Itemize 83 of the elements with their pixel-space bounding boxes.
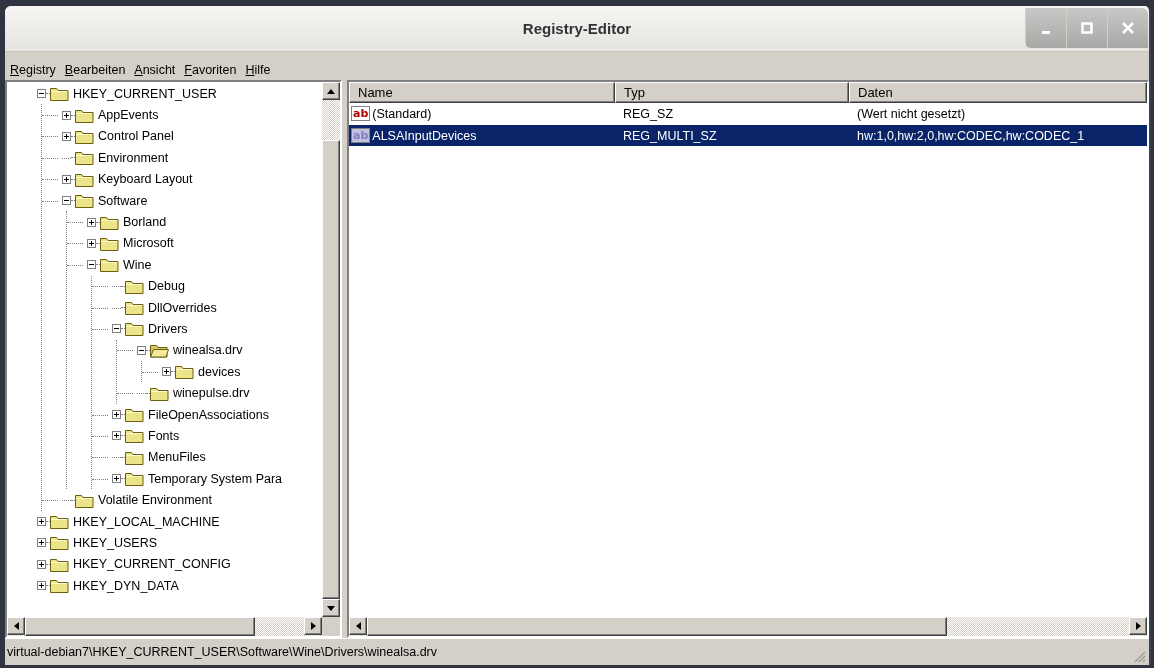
up-arrow-icon (327, 88, 335, 94)
right-arrow-icon (1135, 622, 1141, 630)
scroll-left-button[interactable] (349, 617, 367, 635)
tree-item[interactable]: Volatile Environment (96, 492, 214, 509)
tree-item[interactable]: FileOpenAssociations (146, 406, 271, 423)
horizontal-scrollbar[interactable] (7, 617, 322, 636)
expand-button[interactable] (87, 238, 96, 248)
expand-button[interactable] (62, 110, 71, 120)
expand-button[interactable] (37, 581, 46, 591)
tree-item[interactable]: winealsa.drv (171, 342, 245, 359)
collapse-button[interactable] (37, 89, 46, 99)
value-type: REG_SZ (622, 106, 674, 121)
scroll-right-button[interactable] (304, 617, 322, 635)
menu-item[interactable]: Ansicht (134, 63, 176, 77)
tree-item[interactable]: MenuFiles (146, 449, 208, 466)
tree-item[interactable]: Environment (96, 149, 171, 166)
close-icon (1122, 22, 1134, 34)
tree-item[interactable]: HKEY_LOCAL_MACHINE (71, 513, 222, 530)
tree-item[interactable]: AppEvents (96, 107, 161, 124)
string-value-icon: ab (351, 106, 371, 121)
tree-item[interactable]: HKEY_CURRENT_CONFIG (71, 556, 233, 573)
scroll-left-button[interactable] (7, 617, 25, 635)
tree-item[interactable]: Drivers (146, 321, 190, 337)
tree-item[interactable]: Wine (121, 256, 154, 273)
value-data: (Wert nicht gesetzt) (856, 106, 967, 121)
left-arrow-icon (13, 622, 19, 630)
tree-item[interactable]: HKEY_USERS (71, 534, 160, 551)
menu-item[interactable]: Registry (10, 63, 56, 77)
expand-button[interactable] (112, 474, 121, 484)
expand-button[interactable] (62, 174, 71, 184)
expand-button[interactable] (37, 517, 46, 526)
list-row[interactable]: ab (Standard) REG_SZ (Wert nicht gesetzt) (349, 103, 1147, 124)
expand-button[interactable] (37, 538, 46, 548)
status-text: virtual-debian7\HKEY_CURRENT_USER\Software\Wine\Drivers\winealsa.drv (7, 645, 437, 659)
tree-item[interactable]: Control Panel (96, 128, 176, 145)
tree-item[interactable]: devices (196, 363, 243, 380)
horizontal-scrollbar[interactable] (349, 617, 1147, 636)
value-name: ALSAInputDevices (372, 128, 477, 143)
minimize-icon (1042, 30, 1050, 34)
tree-item[interactable]: DllOverrides (146, 299, 219, 316)
column-header[interactable]: Typ (615, 82, 849, 103)
scroll-down-button[interactable] (322, 599, 340, 617)
scroll-up-button[interactable] (322, 82, 340, 100)
tree-item[interactable]: Borland (121, 214, 169, 231)
menu-item[interactable]: Hilfe (245, 63, 271, 77)
expand-button[interactable] (37, 559, 46, 569)
column-header[interactable]: Daten (849, 82, 1147, 103)
maximize-icon (1081, 22, 1093, 34)
string-value-icon: ab (351, 128, 371, 143)
expand-button[interactable] (112, 410, 121, 420)
expand-button[interactable] (162, 367, 171, 377)
tree-item[interactable]: Debug (146, 278, 187, 295)
menu-item[interactable]: Bearbeiten (64, 63, 126, 77)
scroll-right-button[interactable] (1129, 617, 1147, 635)
down-arrow-icon (327, 605, 335, 611)
menu-item[interactable]: Favoriten (184, 63, 237, 77)
column-header[interactable]: Name (349, 82, 615, 103)
window-title: Registry-Editor (522, 20, 632, 37)
collapse-button[interactable] (62, 196, 71, 206)
collapse-button[interactable] (112, 324, 121, 334)
list-row[interactable]: ab ALSAInputDevices REG_MULTI_SZ hw:1,0,hw:2,0,hw:CODEC,hw:CODEC_1 (349, 125, 1147, 146)
collapse-button[interactable] (137, 345, 146, 355)
tree-item[interactable]: winepulse.drv (171, 385, 252, 402)
value-name: (Standard) (372, 106, 432, 121)
expand-button[interactable] (112, 431, 121, 441)
tree-item[interactable]: HKEY_DYN_DATA (71, 577, 181, 594)
tree-item[interactable]: Keyboard Layout (96, 171, 195, 188)
resize-grip-icon[interactable] (1134, 651, 1146, 663)
value-type: REG_MULTI_SZ (622, 128, 718, 143)
tree-item[interactable]: HKEY_CURRENT_USER (71, 85, 219, 102)
tree-item[interactable]: Fonts (146, 427, 182, 444)
expand-button[interactable] (87, 217, 96, 227)
expand-button[interactable] (62, 131, 71, 141)
scrollbar-thumb[interactable] (367, 617, 947, 636)
tree-item[interactable]: Temporary System Para (146, 470, 285, 487)
scrollbar-corner (322, 617, 340, 636)
collapse-button[interactable] (87, 260, 96, 270)
tree-item[interactable]: Software (96, 192, 150, 209)
value-data: hw:1,0,hw:2,0,hw:CODEC,hw:CODEC_1 (856, 128, 1086, 143)
tree-item[interactable]: Microsoft (121, 235, 176, 252)
scrollbar-thumb[interactable] (25, 617, 255, 636)
right-arrow-icon (310, 622, 316, 630)
left-arrow-icon (355, 622, 361, 630)
